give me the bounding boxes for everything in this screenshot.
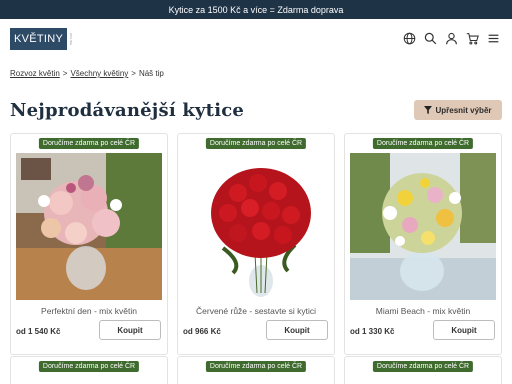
filter-button-label: Upřesnit výběr: [435, 105, 492, 115]
product-image[interactable]: [183, 153, 329, 300]
product-card[interactable]: Doručíme zdarma po celé ČR: [344, 356, 502, 384]
product-price: od 1 330 Kč: [350, 327, 395, 336]
cart-icon[interactable]: [465, 31, 479, 45]
product-price: od 1 540 Kč: [16, 327, 61, 336]
free-delivery-badge: Doručíme zdarma po celé ČR: [372, 361, 474, 372]
menu-icon[interactable]: [486, 31, 500, 45]
breadcrumb: Rozvoz květin > Všechny květiny > Náš ti…: [10, 69, 164, 78]
product-name[interactable]: Perfektní den - mix květin: [11, 306, 167, 316]
free-delivery-badge: Doručíme zdarma po celé ČR: [205, 361, 307, 372]
product-price: od 966 Kč: [183, 327, 221, 336]
product-image[interactable]: [16, 153, 162, 300]
free-delivery-badge: Doručíme zdarma po celé ČR: [372, 138, 474, 149]
product-name[interactable]: Červené růže - sestavte si kytici: [178, 306, 334, 316]
breadcrumb-separator: >: [131, 69, 136, 78]
free-delivery-badge: Doručíme zdarma po celé ČR: [38, 361, 140, 372]
breadcrumb-separator: >: [62, 69, 68, 78]
buy-button[interactable]: Koupit: [99, 320, 161, 340]
promo-text: Kytice za 1500 Kč a více = Zdarma doprav…: [168, 4, 344, 15]
logo[interactable]: KVĚTINY ONLINE: [10, 28, 74, 50]
header-icons: [402, 31, 500, 45]
page-title: Nejprodávanější kytice: [10, 100, 245, 121]
search-icon[interactable]: [423, 31, 437, 45]
filter-icon: [424, 106, 433, 114]
product-card[interactable]: Doručíme zdarma po celé ČR: [177, 356, 335, 384]
breadcrumb-item-all-flowers[interactable]: Všechny květiny: [70, 69, 128, 78]
logo-side-text: ONLINE: [69, 32, 74, 46]
user-icon[interactable]: [444, 31, 458, 45]
product-card[interactable]: Doručíme zdarma po celé ČR Červené růže …: [177, 133, 335, 355]
product-card[interactable]: Doručíme zdarma po celé ČR: [10, 356, 168, 384]
free-delivery-badge: Doručíme zdarma po celé ČR: [205, 138, 307, 149]
free-delivery-badge: Doručíme zdarma po celé ČR: [38, 138, 140, 149]
logo-text: KVĚTINY: [10, 28, 68, 50]
promo-bar: Kytice za 1500 Kč a více = Zdarma doprav…: [0, 0, 512, 19]
site-header: KVĚTINY ONLINE: [0, 19, 512, 61]
breadcrumb-item-delivery[interactable]: Rozvoz květin: [10, 69, 60, 78]
buy-button[interactable]: Koupit: [433, 320, 495, 340]
product-card[interactable]: Doručíme zdarma po celé ČR Miami Beach -…: [344, 133, 502, 355]
buy-button[interactable]: Koupit: [266, 320, 328, 340]
globe-icon[interactable]: [402, 31, 416, 45]
filter-button[interactable]: Upřesnit výběr: [414, 100, 502, 120]
breadcrumb-item-current: Náš tip: [138, 69, 164, 78]
product-name[interactable]: Miami Beach - mix květin: [345, 306, 501, 316]
product-card[interactable]: Doručíme zdarma po celé ČR Perfektní den…: [10, 133, 168, 355]
product-image[interactable]: [350, 153, 496, 300]
